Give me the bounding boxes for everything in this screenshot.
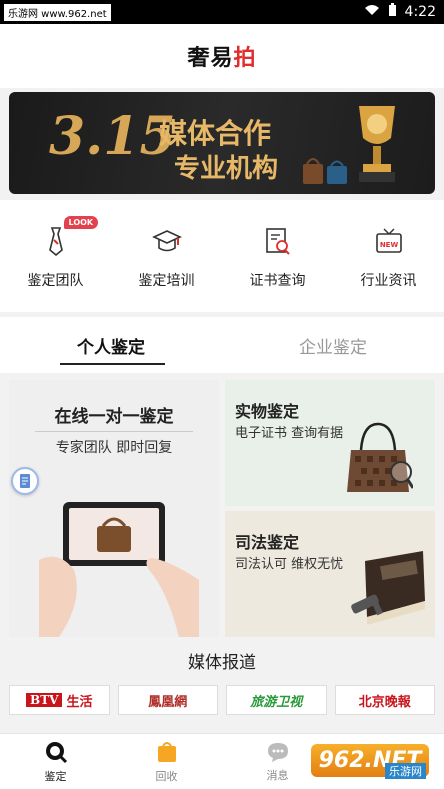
app-header: 奢易拍 xyxy=(0,24,444,88)
media-logos: BTV 生活 鳳凰網 旅游卫视 北京晚報 xyxy=(9,685,435,715)
tabbar-label: 消息 xyxy=(266,768,289,782)
certificate-search-icon xyxy=(261,224,295,258)
quick-nav-item[interactable]: LOOK 鉴定团队 xyxy=(6,216,106,290)
banner-line1: 媒体合作 xyxy=(159,117,272,150)
tabbar-recycle[interactable]: 回收 xyxy=(111,734,222,789)
wifi-icon xyxy=(364,4,380,20)
quick-nav-label: 鉴定团队 xyxy=(27,273,84,289)
handbag-icon xyxy=(347,422,413,492)
tabbar-appraisal[interactable]: 鉴定 xyxy=(0,734,111,789)
quick-nav-item[interactable]: NEW 行业资讯 xyxy=(339,224,439,290)
media-logo-ifeng[interactable]: 鳳凰網 xyxy=(117,685,218,715)
tabbar-label: 鉴定 xyxy=(44,769,67,783)
app-title: 奢易拍 xyxy=(187,40,256,72)
document-float-button[interactable] xyxy=(11,467,39,495)
judicial-appraisal-card[interactable]: 司法鉴定 司法认可 维权无忧 xyxy=(225,511,435,637)
media-logo-bjwb[interactable]: 北京晚報 xyxy=(334,685,435,715)
recycle-bag-icon xyxy=(157,741,176,762)
hand-illustration xyxy=(39,556,199,637)
card-title: 在线一对一鉴定 xyxy=(54,407,174,427)
quick-nav-item[interactable]: 证书查询 xyxy=(228,224,328,290)
handbags-illustration xyxy=(303,158,347,184)
watermark-logo: 962.NET 乐游网 xyxy=(300,737,440,783)
promo-banner[interactable]: 3.15 媒体合作 专业机构 xyxy=(9,92,435,194)
search-icon xyxy=(45,741,67,763)
trophy-icon xyxy=(359,106,395,182)
app-title-main: 奢易 xyxy=(187,46,234,71)
quick-nav-label: 行业资讯 xyxy=(360,273,417,289)
battery-icon xyxy=(388,3,397,21)
online-appraisal-card[interactable]: 在线一对一鉴定 专家团队 即时回复 xyxy=(9,380,219,637)
tie-icon xyxy=(39,224,73,258)
watermark-sub: 乐游网 xyxy=(385,763,426,779)
message-icon xyxy=(267,742,288,762)
card-subtitle: 专家团队 即时回复 xyxy=(9,431,219,457)
service-grid: 在线一对一鉴定 专家团队 即时回复 实物鉴定 电子证书 查询有据 司法鉴定 司法… xyxy=(9,380,435,637)
btv-box: BTV xyxy=(26,693,63,707)
media-logo-text: 生活 xyxy=(66,694,93,710)
card-subtitle: 电子证书 查询有据 xyxy=(235,426,344,441)
media-section-title: 媒体报道 xyxy=(188,653,256,673)
media-logo-btv[interactable]: BTV 生活 xyxy=(9,685,110,715)
clock: 4:22 xyxy=(404,4,436,20)
quick-nav-label: 证书查询 xyxy=(249,273,306,289)
tab-enterprise[interactable]: 企业鉴定 xyxy=(222,317,444,373)
tabbar-label: 回收 xyxy=(155,769,178,783)
news-tv-icon: NEW xyxy=(372,224,406,258)
quick-nav-item[interactable]: 鉴定培训 xyxy=(117,224,217,290)
watermark-label: 乐游网 www.962.net xyxy=(4,3,111,21)
quick-nav: LOOK 鉴定团队 鉴定培训 证书查询 NEW 行业资讯 xyxy=(0,200,444,312)
document-icon xyxy=(20,474,30,488)
card-title: 实物鉴定 xyxy=(235,402,300,421)
media-logo-text: 旅游卫视 xyxy=(250,694,303,710)
media-logo-travel[interactable]: 旅游卫视 xyxy=(226,685,327,715)
media-logo-text: 北京晚報 xyxy=(358,694,411,710)
graduation-cap-icon xyxy=(150,224,184,258)
look-badge: LOOK xyxy=(63,216,99,229)
law-book-icon xyxy=(351,551,425,625)
tab-personal[interactable]: 个人鉴定 xyxy=(0,317,222,373)
physical-appraisal-card[interactable]: 实物鉴定 电子证书 查询有据 xyxy=(225,380,435,506)
svg-text:NEW: NEW xyxy=(379,241,398,249)
appraisal-tabs: 个人鉴定 企业鉴定 xyxy=(0,317,444,373)
banner-line2: 专业机构 xyxy=(174,154,279,184)
banner-number: 3.15 xyxy=(49,106,176,167)
media-logo-text: 鳳凰網 xyxy=(148,694,188,710)
status-bar: 乐游网 www.962.net 4:22 xyxy=(0,0,444,24)
quick-nav-label: 鉴定培训 xyxy=(138,273,195,289)
app-title-accent: 拍 xyxy=(233,46,257,71)
card-subtitle: 司法认可 维权无忧 xyxy=(235,557,344,572)
card-title: 司法鉴定 xyxy=(235,533,300,552)
